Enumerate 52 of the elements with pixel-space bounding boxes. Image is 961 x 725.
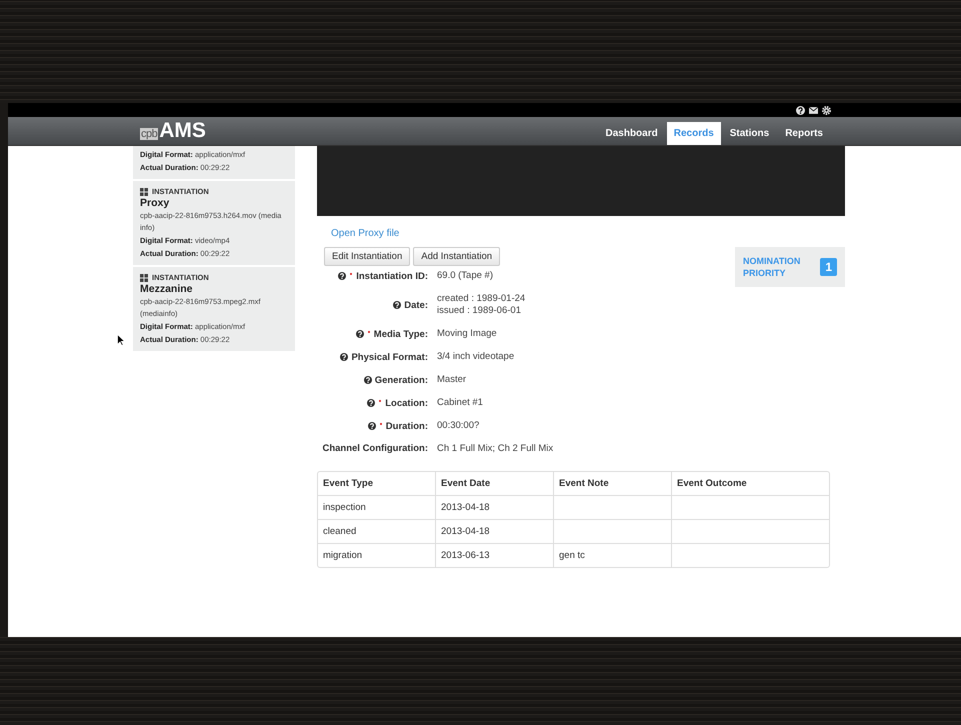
table-cell: gen tc [553, 543, 671, 567]
table-cell: inspection [318, 495, 435, 519]
action-button[interactable]: Add Instantiation [413, 247, 500, 266]
table-cell: 2013-04-18 [435, 495, 553, 519]
help-icon[interactable] [796, 106, 805, 114]
field-value: 3/4 inch videotape [437, 351, 514, 363]
field-label: Physical Format: [351, 352, 428, 362]
cursor-icon [117, 334, 125, 346]
item-title[interactable]: Mezzanine [140, 283, 288, 295]
table-cell: cleaned [318, 519, 435, 543]
help-icon[interactable] [367, 399, 376, 407]
field-value: Ch 1 Full Mix; Ch 2 Full Mix [437, 443, 554, 455]
grid-icon [140, 188, 148, 196]
nav-tab[interactable]: Dashboard [598, 122, 665, 145]
item-title[interactable]: Proxy [140, 197, 288, 209]
field-value: 69.0 (Tape #) [437, 270, 493, 282]
grid-icon [140, 274, 148, 282]
help-icon[interactable] [368, 422, 376, 430]
field-label: Instantiation ID: [356, 270, 428, 282]
priority-badge: 1 [820, 258, 837, 276]
field-label: Duration: [386, 420, 428, 432]
mail-icon[interactable] [809, 106, 818, 114]
field-label: Channel Configuration: [322, 443, 428, 455]
table-cell: 2013-06-13 [435, 543, 553, 567]
field-value: issued : 1989-06-01 [437, 305, 522, 317]
field-value: Cabinet #1 [437, 397, 483, 409]
field-label: Generation: [374, 374, 428, 386]
nav-tab[interactable]: Stations [722, 122, 776, 145]
nav-tab[interactable]: Reports [778, 122, 830, 145]
help-icon[interactable] [356, 330, 364, 338]
table-cell: migration [318, 543, 435, 567]
action-button[interactable]: Edit Instantiation [324, 247, 410, 266]
column-header: Event Note [553, 472, 671, 495]
help-icon[interactable] [338, 272, 346, 280]
field-value: Master [437, 374, 466, 386]
field-label: Date: [404, 300, 428, 310]
column-header: Event Type [322, 477, 374, 491]
table-cell: 2013-04-18 [435, 519, 553, 543]
help-icon[interactable] [364, 376, 372, 384]
nomination-label: NOMINATION PRIORITY [743, 255, 802, 279]
field-value: Moving Image [437, 328, 497, 340]
field-label: Location: [385, 398, 428, 408]
logo[interactable]: cpbAMS [140, 119, 206, 143]
column-header: Event Date [435, 472, 553, 495]
help-icon[interactable] [340, 353, 348, 361]
open-proxy-link[interactable]: Open Proxy file [331, 228, 400, 239]
field-value: created : 1989-01-24 [437, 293, 526, 305]
field-label: Media Type: [374, 328, 428, 340]
help-icon[interactable] [393, 301, 402, 309]
field-value: 00:30:00? [437, 420, 480, 432]
settings-icon[interactable] [822, 106, 831, 114]
column-header: Event Outcome [671, 472, 829, 495]
